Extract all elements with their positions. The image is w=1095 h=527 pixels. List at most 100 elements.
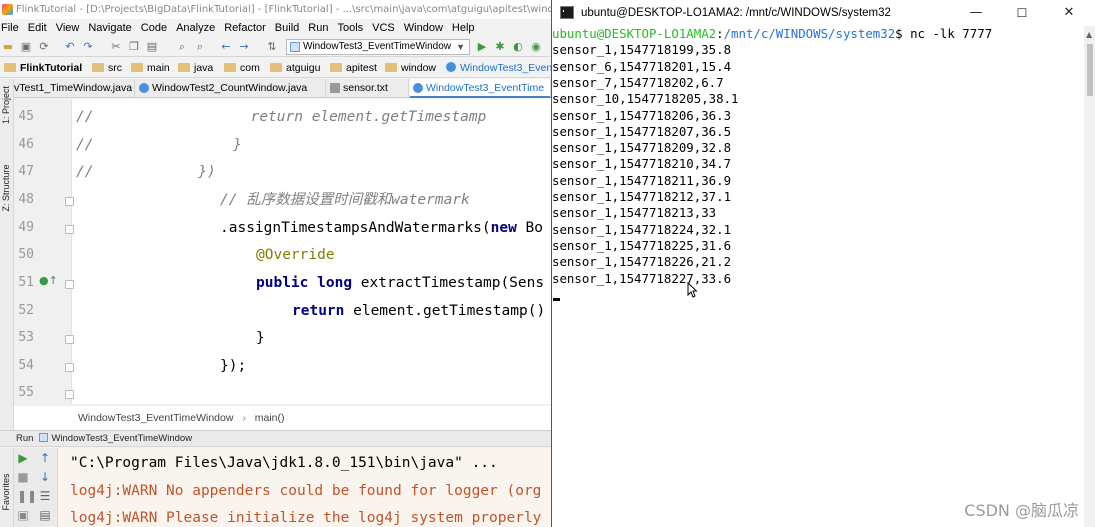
- mouse-pointer-icon: [687, 282, 697, 298]
- dump-threads-icon[interactable]: ▣: [17, 509, 29, 521]
- breadcrumb-window[interactable]: window: [385, 58, 436, 78]
- menu-build[interactable]: Build: [275, 19, 299, 37]
- menu-refactor[interactable]: Refactor: [224, 19, 266, 37]
- back-icon[interactable]: ←: [220, 41, 232, 53]
- run-console-output[interactable]: "C:\Program Files\Java\jdk1.8.0_151\bin\…: [58, 448, 551, 527]
- scroll-up-icon[interactable]: ↑: [39, 452, 51, 464]
- cut-icon[interactable]: ✂: [110, 41, 122, 53]
- pause-icon[interactable]: ❚❚: [17, 490, 37, 502]
- editor-tabs: vTest1_TimeWindow.java WindowTest2_Count…: [14, 79, 551, 98]
- structure-breadcrumb: WindowTest3_EventTimeWindow › main(): [14, 405, 551, 430]
- run-tab-label[interactable]: Run: [16, 433, 33, 444]
- terminal-output-line: sensor_1,1547718211,36.9: [552, 172, 732, 188]
- soft-wrap-icon[interactable]: ☰: [39, 490, 51, 502]
- terminal-output-line: sensor_1,1547718207,36.5: [552, 123, 732, 139]
- menu-view[interactable]: View: [56, 19, 80, 37]
- fold-marker[interactable]: [65, 225, 74, 234]
- breadcrumb-main[interactable]: main: [131, 58, 170, 78]
- menu-vcs[interactable]: VCS: [372, 19, 395, 37]
- print-icon[interactable]: ▤: [39, 509, 51, 521]
- breadcrumb-java[interactable]: java: [178, 58, 213, 78]
- menu-edit[interactable]: Edit: [28, 19, 47, 37]
- profile-icon[interactable]: ◉: [530, 41, 542, 53]
- sync-icon[interactable]: ⟳: [38, 41, 50, 53]
- prompt-command: $ nc -lk 7777: [895, 26, 993, 41]
- terminal-content[interactable]: ubuntu@DESKTOP-LO1AMA2:/mnt/c/WINDOWS/sy…: [552, 26, 1084, 527]
- redo-icon[interactable]: ↷: [82, 41, 94, 53]
- override-method-icon[interactable]: ●↑: [39, 274, 58, 287]
- menu-run[interactable]: Run: [308, 19, 328, 37]
- tab-countwindow[interactable]: WindowTest2_CountWindow.java: [136, 79, 326, 98]
- breadcrumb-class-name[interactable]: WindowTest3_EventTimeWindow: [78, 412, 233, 424]
- fold-marker[interactable]: [65, 197, 74, 206]
- code-editor[interactable]: 45 46 47 48 49 50 51 52 53 54 55 ●↑ // r…: [14, 99, 551, 404]
- breadcrumb-atguigu[interactable]: atguigu: [270, 58, 320, 78]
- menu-window[interactable]: Window: [404, 19, 443, 37]
- scroll-up-arrow-icon[interactable]: ▲: [1086, 30, 1092, 39]
- maximize-button[interactable]: ☐: [1004, 0, 1040, 26]
- undo-icon[interactable]: ↶: [64, 41, 76, 53]
- ide-title-text: FlinkTutorial - [D:\Projects\BigData\Fli…: [16, 4, 551, 15]
- menu-navigate[interactable]: Navigate: [88, 19, 131, 37]
- breadcrumb-com[interactable]: com: [224, 58, 260, 78]
- code-line: // return element.getTimestamp: [76, 109, 487, 125]
- menu-code[interactable]: Code: [141, 19, 167, 37]
- build-icon[interactable]: ⇅: [266, 41, 278, 53]
- breadcrumb-method-name[interactable]: main(): [255, 412, 285, 424]
- paste-icon[interactable]: ▤: [146, 41, 158, 53]
- fold-marker[interactable]: [65, 335, 74, 344]
- terminal-scrollbar[interactable]: ▲: [1084, 26, 1095, 527]
- menu-tools[interactable]: Tools: [337, 19, 363, 37]
- breadcrumb-apitest[interactable]: apitest: [330, 58, 377, 78]
- replace-icon[interactable]: ⌕: [194, 41, 206, 53]
- tab-sensor-txt[interactable]: sensor.txt: [327, 79, 409, 98]
- code-line: }: [256, 330, 265, 346]
- fold-marker[interactable]: [65, 363, 74, 372]
- folder-icon: [385, 63, 397, 72]
- copy-icon[interactable]: ❐: [128, 41, 140, 53]
- line-number: 54: [18, 358, 34, 373]
- fold-marker[interactable]: [65, 280, 74, 289]
- menu-analyze[interactable]: Analyze: [176, 19, 215, 37]
- structure-tool-button[interactable]: Z: Structure: [1, 159, 13, 217]
- scroll-down-icon[interactable]: ↓: [39, 471, 51, 483]
- run-configuration-select[interactable]: WindowTest3_EventTimeWindow ▼: [286, 39, 470, 55]
- terminal-title-bar[interactable]: ubuntu@DESKTOP-LO1AMA2: /mnt/c/WINDOWS/s…: [552, 0, 1095, 26]
- breadcrumb-class[interactable]: WindowTest3_Even: [446, 58, 551, 78]
- breadcrumb-project[interactable]: FlinkTutorial: [4, 58, 82, 78]
- minimize-button[interactable]: —: [958, 0, 994, 26]
- terminal-output-line: sensor_1,1547718226,21.2: [552, 254, 732, 270]
- tab-timewindow[interactable]: vTest1_TimeWindow.java: [8, 79, 135, 98]
- run-config-name[interactable]: WindowTest3_EventTimeWindow: [51, 433, 192, 444]
- folder-icon: [330, 63, 342, 72]
- coverage-icon[interactable]: ◐: [512, 41, 524, 53]
- find-icon[interactable]: ⌕: [176, 41, 188, 53]
- debug-icon[interactable]: ✱: [494, 41, 506, 53]
- code-line: // }: [76, 137, 242, 153]
- run-panel-header: Run WindowTest3_EventTimeWindow: [0, 430, 551, 447]
- breadcrumb-src[interactable]: src: [92, 58, 122, 78]
- ide-title-bar: FlinkTutorial - [D:\Projects\BigData\Fli…: [0, 0, 551, 19]
- save-icon[interactable]: ▣: [20, 41, 32, 53]
- line-number: 51: [18, 275, 34, 290]
- forward-icon[interactable]: →: [238, 41, 250, 53]
- menu-file[interactable]: File: [1, 19, 19, 37]
- ide-window: FlinkTutorial - [D:\Projects\BigData\Fli…: [0, 0, 551, 527]
- menu-help[interactable]: Help: [452, 19, 475, 37]
- rerun-icon[interactable]: ▶: [17, 452, 29, 464]
- scrollbar-thumb[interactable]: [1087, 44, 1093, 96]
- terminal-prompt-line: ubuntu@DESKTOP-LO1AMA2:/mnt/c/WINDOWS/sy…: [552, 26, 992, 42]
- code-line: return element.getTimestamp(): [292, 303, 546, 319]
- terminal-output-line: sensor_1,1547718225,31.6: [552, 237, 732, 253]
- line-number: 55: [18, 385, 34, 400]
- favorites-tool-button[interactable]: Favorites: [1, 463, 13, 521]
- open-folder-icon[interactable]: ▬: [2, 41, 14, 53]
- stop-icon[interactable]: ■: [17, 471, 29, 483]
- fold-marker[interactable]: [65, 390, 74, 399]
- terminal-output-line: sensor_1,1547718199,35.8: [552, 42, 732, 58]
- folder-icon: [178, 63, 190, 72]
- console-line: log4j:WARN Please initialize the log4j s…: [70, 510, 542, 526]
- close-button[interactable]: ✕: [1051, 0, 1087, 26]
- run-icon[interactable]: ▶: [476, 41, 488, 53]
- tab-eventtimewindow[interactable]: WindowTest3_EventTime: [410, 79, 551, 98]
